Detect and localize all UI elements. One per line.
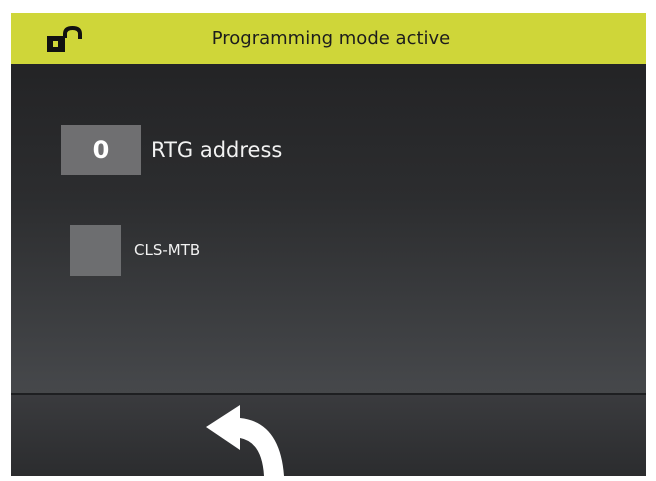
header-title: Programming mode active [211,28,451,49]
status-header: Programming mode active [11,13,646,64]
unlocked-padlock-icon [47,26,82,52]
cls-mtb-checkbox[interactable] [70,225,121,276]
device-screen: Programming mode active 0 RTG address CL… [11,13,646,476]
back-arrow-icon [206,405,284,476]
footer-bar [11,393,646,476]
cls-mtb-label: CLS-MTB [134,241,201,259]
rtg-address-value-field[interactable]: 0 [61,125,141,175]
rtg-address-label: RTG address [151,138,283,162]
back-button[interactable] [194,401,294,476]
